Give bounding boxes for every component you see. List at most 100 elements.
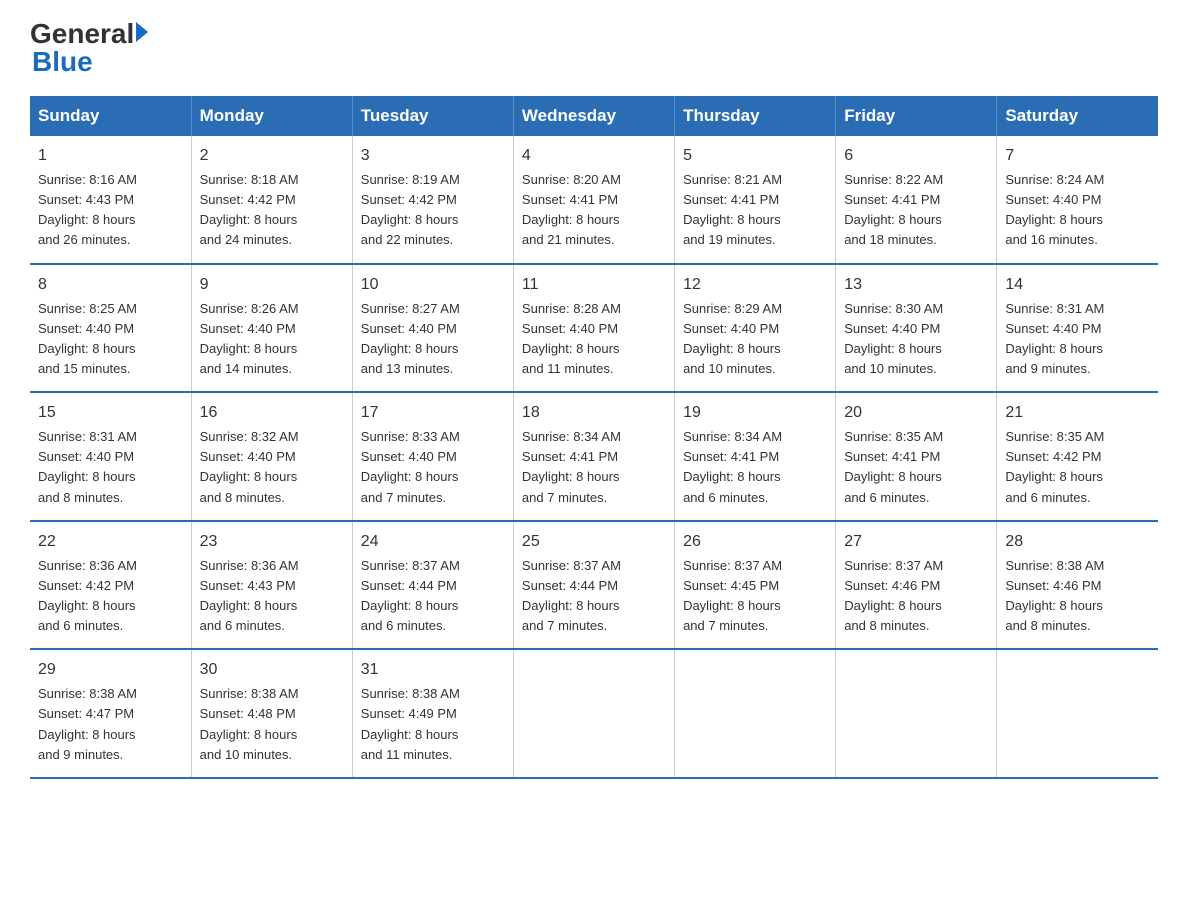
calendar-day-cell: 23Sunrise: 8:36 AM Sunset: 4:43 PM Dayli… xyxy=(191,521,352,650)
day-info: Sunrise: 8:34 AM Sunset: 4:41 PM Dayligh… xyxy=(683,427,827,508)
calendar-day-cell: 11Sunrise: 8:28 AM Sunset: 4:40 PM Dayli… xyxy=(513,264,674,393)
logo-blue-text: Blue xyxy=(32,48,93,76)
day-info: Sunrise: 8:33 AM Sunset: 4:40 PM Dayligh… xyxy=(361,427,505,508)
calendar-day-cell: 17Sunrise: 8:33 AM Sunset: 4:40 PM Dayli… xyxy=(352,392,513,521)
calendar-day-cell xyxy=(675,649,836,778)
day-info: Sunrise: 8:37 AM Sunset: 4:45 PM Dayligh… xyxy=(683,556,827,637)
calendar-day-cell: 15Sunrise: 8:31 AM Sunset: 4:40 PM Dayli… xyxy=(30,392,191,521)
day-info: Sunrise: 8:38 AM Sunset: 4:46 PM Dayligh… xyxy=(1005,556,1150,637)
day-number: 14 xyxy=(1005,273,1150,297)
calendar-week-row: 8Sunrise: 8:25 AM Sunset: 4:40 PM Daylig… xyxy=(30,264,1158,393)
day-info: Sunrise: 8:21 AM Sunset: 4:41 PM Dayligh… xyxy=(683,170,827,251)
day-number: 12 xyxy=(683,273,827,297)
day-number: 8 xyxy=(38,273,183,297)
calendar-day-cell: 26Sunrise: 8:37 AM Sunset: 4:45 PM Dayli… xyxy=(675,521,836,650)
day-info: Sunrise: 8:36 AM Sunset: 4:42 PM Dayligh… xyxy=(38,556,183,637)
day-number: 7 xyxy=(1005,144,1150,168)
calendar-day-cell: 28Sunrise: 8:38 AM Sunset: 4:46 PM Dayli… xyxy=(997,521,1158,650)
day-info: Sunrise: 8:35 AM Sunset: 4:41 PM Dayligh… xyxy=(844,427,988,508)
day-info: Sunrise: 8:20 AM Sunset: 4:41 PM Dayligh… xyxy=(522,170,666,251)
calendar-day-cell: 24Sunrise: 8:37 AM Sunset: 4:44 PM Dayli… xyxy=(352,521,513,650)
weekday-header-saturday: Saturday xyxy=(997,96,1158,136)
day-number: 15 xyxy=(38,401,183,425)
calendar-day-cell: 20Sunrise: 8:35 AM Sunset: 4:41 PM Dayli… xyxy=(836,392,997,521)
day-info: Sunrise: 8:24 AM Sunset: 4:40 PM Dayligh… xyxy=(1005,170,1150,251)
calendar-day-cell: 12Sunrise: 8:29 AM Sunset: 4:40 PM Dayli… xyxy=(675,264,836,393)
calendar-week-row: 1Sunrise: 8:16 AM Sunset: 4:43 PM Daylig… xyxy=(30,136,1158,264)
calendar-day-cell: 19Sunrise: 8:34 AM Sunset: 4:41 PM Dayli… xyxy=(675,392,836,521)
day-number: 18 xyxy=(522,401,666,425)
day-number: 17 xyxy=(361,401,505,425)
calendar-day-cell xyxy=(836,649,997,778)
day-number: 10 xyxy=(361,273,505,297)
day-info: Sunrise: 8:22 AM Sunset: 4:41 PM Dayligh… xyxy=(844,170,988,251)
calendar-day-cell: 2Sunrise: 8:18 AM Sunset: 4:42 PM Daylig… xyxy=(191,136,352,264)
day-number: 31 xyxy=(361,658,505,682)
calendar-day-cell: 3Sunrise: 8:19 AM Sunset: 4:42 PM Daylig… xyxy=(352,136,513,264)
day-number: 23 xyxy=(200,530,344,554)
day-info: Sunrise: 8:38 AM Sunset: 4:49 PM Dayligh… xyxy=(361,684,505,765)
day-number: 16 xyxy=(200,401,344,425)
logo: General Blue xyxy=(30,20,148,76)
day-info: Sunrise: 8:30 AM Sunset: 4:40 PM Dayligh… xyxy=(844,299,988,380)
day-info: Sunrise: 8:26 AM Sunset: 4:40 PM Dayligh… xyxy=(200,299,344,380)
day-info: Sunrise: 8:37 AM Sunset: 4:44 PM Dayligh… xyxy=(361,556,505,637)
day-info: Sunrise: 8:31 AM Sunset: 4:40 PM Dayligh… xyxy=(1005,299,1150,380)
calendar-day-cell: 21Sunrise: 8:35 AM Sunset: 4:42 PM Dayli… xyxy=(997,392,1158,521)
day-info: Sunrise: 8:37 AM Sunset: 4:46 PM Dayligh… xyxy=(844,556,988,637)
day-info: Sunrise: 8:25 AM Sunset: 4:40 PM Dayligh… xyxy=(38,299,183,380)
day-number: 29 xyxy=(38,658,183,682)
calendar-day-cell: 16Sunrise: 8:32 AM Sunset: 4:40 PM Dayli… xyxy=(191,392,352,521)
weekday-header-tuesday: Tuesday xyxy=(352,96,513,136)
calendar-day-cell: 18Sunrise: 8:34 AM Sunset: 4:41 PM Dayli… xyxy=(513,392,674,521)
day-number: 3 xyxy=(361,144,505,168)
day-info: Sunrise: 8:35 AM Sunset: 4:42 PM Dayligh… xyxy=(1005,427,1150,508)
day-number: 28 xyxy=(1005,530,1150,554)
day-number: 5 xyxy=(683,144,827,168)
weekday-header-thursday: Thursday xyxy=(675,96,836,136)
day-number: 27 xyxy=(844,530,988,554)
day-number: 6 xyxy=(844,144,988,168)
day-info: Sunrise: 8:37 AM Sunset: 4:44 PM Dayligh… xyxy=(522,556,666,637)
calendar-day-cell: 9Sunrise: 8:26 AM Sunset: 4:40 PM Daylig… xyxy=(191,264,352,393)
calendar-day-cell: 13Sunrise: 8:30 AM Sunset: 4:40 PM Dayli… xyxy=(836,264,997,393)
day-info: Sunrise: 8:29 AM Sunset: 4:40 PM Dayligh… xyxy=(683,299,827,380)
day-number: 19 xyxy=(683,401,827,425)
day-info: Sunrise: 8:28 AM Sunset: 4:40 PM Dayligh… xyxy=(522,299,666,380)
day-number: 25 xyxy=(522,530,666,554)
day-info: Sunrise: 8:38 AM Sunset: 4:47 PM Dayligh… xyxy=(38,684,183,765)
day-info: Sunrise: 8:32 AM Sunset: 4:40 PM Dayligh… xyxy=(200,427,344,508)
calendar-day-cell: 29Sunrise: 8:38 AM Sunset: 4:47 PM Dayli… xyxy=(30,649,191,778)
calendar-day-cell: 4Sunrise: 8:20 AM Sunset: 4:41 PM Daylig… xyxy=(513,136,674,264)
calendar-table: SundayMondayTuesdayWednesdayThursdayFrid… xyxy=(30,96,1158,779)
day-number: 11 xyxy=(522,273,666,297)
page-header: General Blue xyxy=(30,20,1158,76)
calendar-day-cell: 22Sunrise: 8:36 AM Sunset: 4:42 PM Dayli… xyxy=(30,521,191,650)
day-number: 9 xyxy=(200,273,344,297)
calendar-week-row: 29Sunrise: 8:38 AM Sunset: 4:47 PM Dayli… xyxy=(30,649,1158,778)
calendar-day-cell xyxy=(997,649,1158,778)
day-info: Sunrise: 8:36 AM Sunset: 4:43 PM Dayligh… xyxy=(200,556,344,637)
weekday-header-row: SundayMondayTuesdayWednesdayThursdayFrid… xyxy=(30,96,1158,136)
calendar-day-cell: 30Sunrise: 8:38 AM Sunset: 4:48 PM Dayli… xyxy=(191,649,352,778)
calendar-day-cell: 25Sunrise: 8:37 AM Sunset: 4:44 PM Dayli… xyxy=(513,521,674,650)
day-number: 4 xyxy=(522,144,666,168)
day-number: 1 xyxy=(38,144,183,168)
calendar-day-cell: 14Sunrise: 8:31 AM Sunset: 4:40 PM Dayli… xyxy=(997,264,1158,393)
logo-general-text: General xyxy=(30,20,134,48)
calendar-day-cell: 27Sunrise: 8:37 AM Sunset: 4:46 PM Dayli… xyxy=(836,521,997,650)
calendar-week-row: 22Sunrise: 8:36 AM Sunset: 4:42 PM Dayli… xyxy=(30,521,1158,650)
calendar-day-cell: 1Sunrise: 8:16 AM Sunset: 4:43 PM Daylig… xyxy=(30,136,191,264)
day-number: 20 xyxy=(844,401,988,425)
day-info: Sunrise: 8:19 AM Sunset: 4:42 PM Dayligh… xyxy=(361,170,505,251)
day-info: Sunrise: 8:34 AM Sunset: 4:41 PM Dayligh… xyxy=(522,427,666,508)
day-info: Sunrise: 8:38 AM Sunset: 4:48 PM Dayligh… xyxy=(200,684,344,765)
day-number: 24 xyxy=(361,530,505,554)
day-info: Sunrise: 8:18 AM Sunset: 4:42 PM Dayligh… xyxy=(200,170,344,251)
calendar-day-cell: 31Sunrise: 8:38 AM Sunset: 4:49 PM Dayli… xyxy=(352,649,513,778)
day-number: 22 xyxy=(38,530,183,554)
day-number: 2 xyxy=(200,144,344,168)
calendar-day-cell xyxy=(513,649,674,778)
calendar-day-cell: 8Sunrise: 8:25 AM Sunset: 4:40 PM Daylig… xyxy=(30,264,191,393)
day-info: Sunrise: 8:27 AM Sunset: 4:40 PM Dayligh… xyxy=(361,299,505,380)
